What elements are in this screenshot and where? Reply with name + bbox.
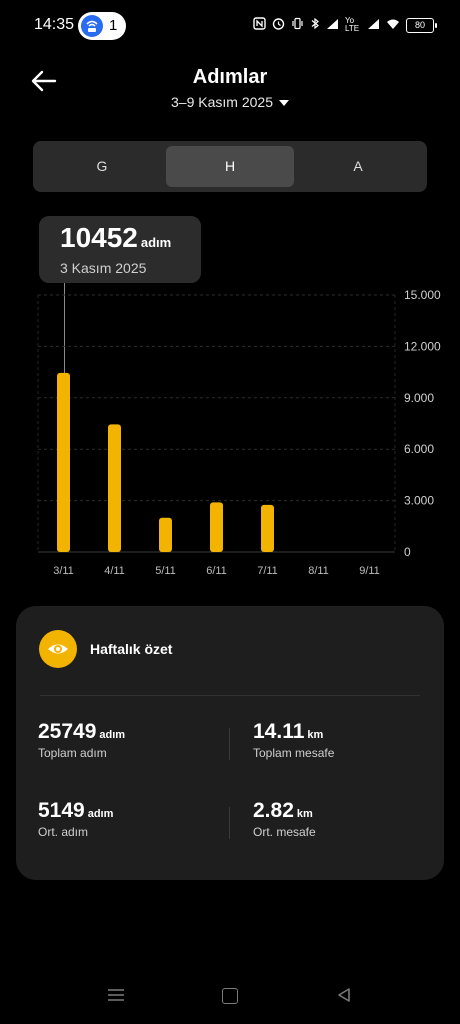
triangle-back-icon	[338, 988, 350, 1002]
x-tick-label: 8/11	[308, 565, 329, 577]
nav-recents-button[interactable]	[107, 988, 125, 1002]
avg-steps-unit: adım	[87, 808, 114, 820]
summary-title: Haftalık özet	[90, 641, 173, 657]
x-tick-label: 3/11	[53, 565, 74, 577]
dropdown-caret-icon	[278, 100, 289, 107]
bar-7-11[interactable]	[261, 504, 274, 552]
avg-distance-stat: 2.82 km Ort. mesafe	[253, 799, 316, 839]
avg-steps-stat: 5149 adım Ort. adım	[38, 799, 113, 839]
avg-distance-label: Ort. mesafe	[253, 825, 316, 839]
total-steps-unit: adım	[99, 729, 126, 741]
eye-icon	[39, 630, 77, 668]
hotspot-count: 1	[109, 17, 118, 34]
tab-week[interactable]: H	[166, 146, 294, 187]
stat-divider	[229, 807, 230, 839]
total-distance-stat: 14.11 km Toplam mesafe	[253, 720, 334, 760]
wifi-icon	[386, 18, 400, 33]
total-distance-unit: km	[307, 729, 324, 741]
y-tick-label: 6.000	[404, 442, 434, 456]
stat-divider	[229, 728, 230, 760]
tooltip-value: 10452 adım	[60, 222, 171, 254]
vibrate-icon	[291, 17, 304, 33]
nfc-icon	[253, 17, 266, 33]
selected-value-tooltip: 10452 adım 3 Kasım 2025	[39, 216, 201, 283]
y-tick-label: 15.000	[404, 288, 441, 302]
signal-icon	[326, 18, 339, 33]
bar-6-11[interactable]	[210, 502, 223, 552]
summary-divider	[40, 695, 420, 696]
y-tick-label: 3.000	[404, 494, 434, 508]
hotspot-icon	[81, 15, 103, 37]
hotspot-indicator[interactable]: 1	[78, 12, 126, 40]
y-tick-label: 0	[404, 545, 411, 559]
x-tick-label: 9/11	[359, 565, 380, 577]
y-tick-label: 9.000	[404, 391, 434, 405]
weekly-summary-card: Haftalık özet 25749 adım Toplam adım 14.1…	[16, 606, 444, 880]
total-steps-value: 25749	[38, 720, 97, 743]
total-steps-stat: 25749 adım Toplam adım	[38, 720, 125, 760]
bar-4-11[interactable]	[108, 424, 121, 552]
alarm-icon	[272, 17, 285, 33]
status-icons: Yo LTE 80	[253, 15, 437, 35]
total-distance-value: 14.11	[253, 720, 305, 743]
date-range-selector[interactable]: 3–9 Kasım 2025	[0, 94, 460, 110]
x-tick-label: 5/11	[155, 565, 176, 577]
tooltip-date: 3 Kasım 2025	[60, 260, 147, 276]
nav-back-button[interactable]	[336, 987, 352, 1003]
bluetooth-icon	[310, 17, 320, 33]
total-steps-label: Toplam adım	[38, 746, 107, 760]
y-tick-label: 12.000	[404, 339, 441, 353]
bar-5-11[interactable]	[159, 517, 172, 552]
battery-icon: 80	[406, 17, 437, 33]
tab-day[interactable]: G	[38, 146, 166, 187]
menu-icon	[108, 989, 124, 1001]
total-distance-label: Toplam mesafe	[253, 746, 335, 760]
nav-home-button[interactable]	[222, 988, 238, 1004]
steps-bar-chart[interactable]: 15.000 12.000 9.000 6.000 3.000 0 3/11 4/11 5/1…	[0, 280, 460, 580]
status-time: 14:35	[34, 16, 75, 33]
tooltip-value-number: 10452	[60, 222, 138, 253]
avg-distance-unit: km	[296, 808, 313, 820]
tooltip-unit: adım	[140, 235, 172, 250]
page-title: Adımlar	[192, 66, 268, 88]
tab-month[interactable]: A	[294, 146, 422, 187]
x-tick-label: 4/11	[104, 565, 125, 577]
x-tick-label: 7/11	[257, 565, 278, 577]
network-type-label: Yo LTE	[345, 16, 360, 33]
avg-steps-value: 5149	[38, 799, 85, 822]
signal-icon-2	[367, 18, 380, 33]
avg-distance-value: 2.82	[253, 799, 294, 822]
x-tick-label: 6/11	[206, 565, 227, 577]
bar-3-11[interactable]	[57, 372, 70, 552]
period-tabs: G H A	[33, 141, 427, 192]
date-range-label: 3–9 Kasım 2025	[171, 94, 273, 110]
avg-steps-label: Ort. adım	[38, 825, 89, 839]
